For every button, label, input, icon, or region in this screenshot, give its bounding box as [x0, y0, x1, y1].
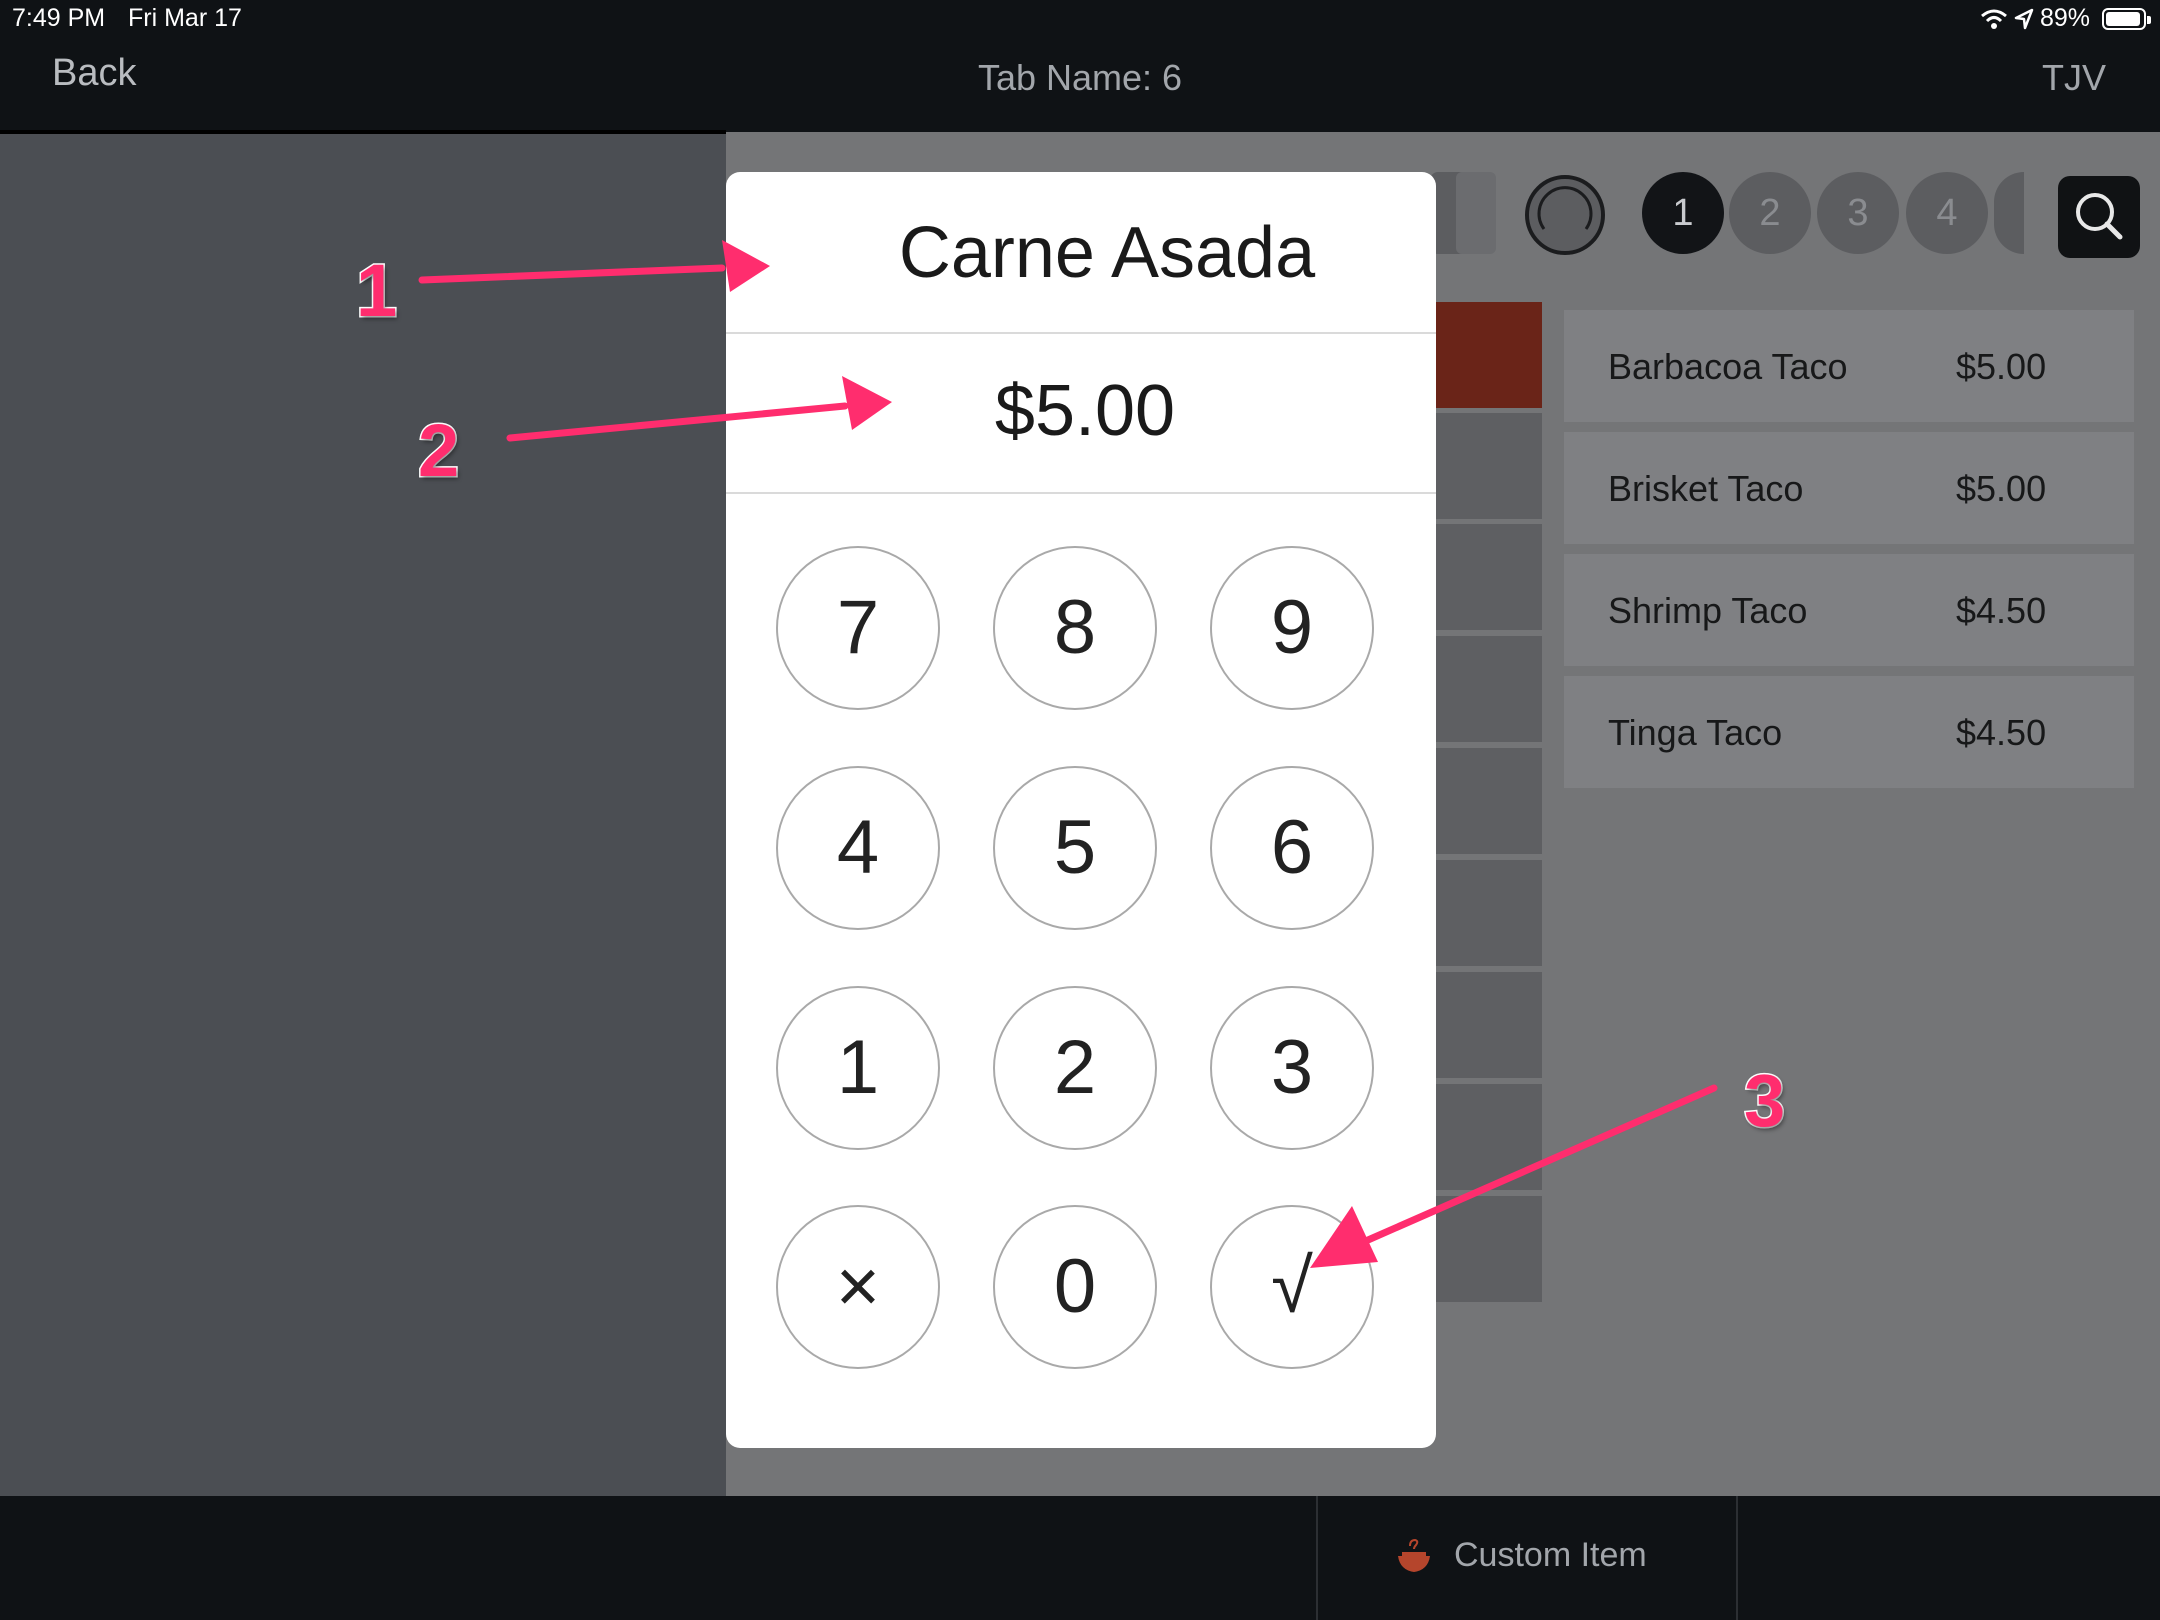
annotation-number-3: 3	[1742, 1058, 1786, 1144]
annotation-number-2: 2	[416, 408, 460, 494]
annotation-number-1: 1	[354, 248, 398, 334]
annotation-arrows	[418, 240, 1718, 1268]
